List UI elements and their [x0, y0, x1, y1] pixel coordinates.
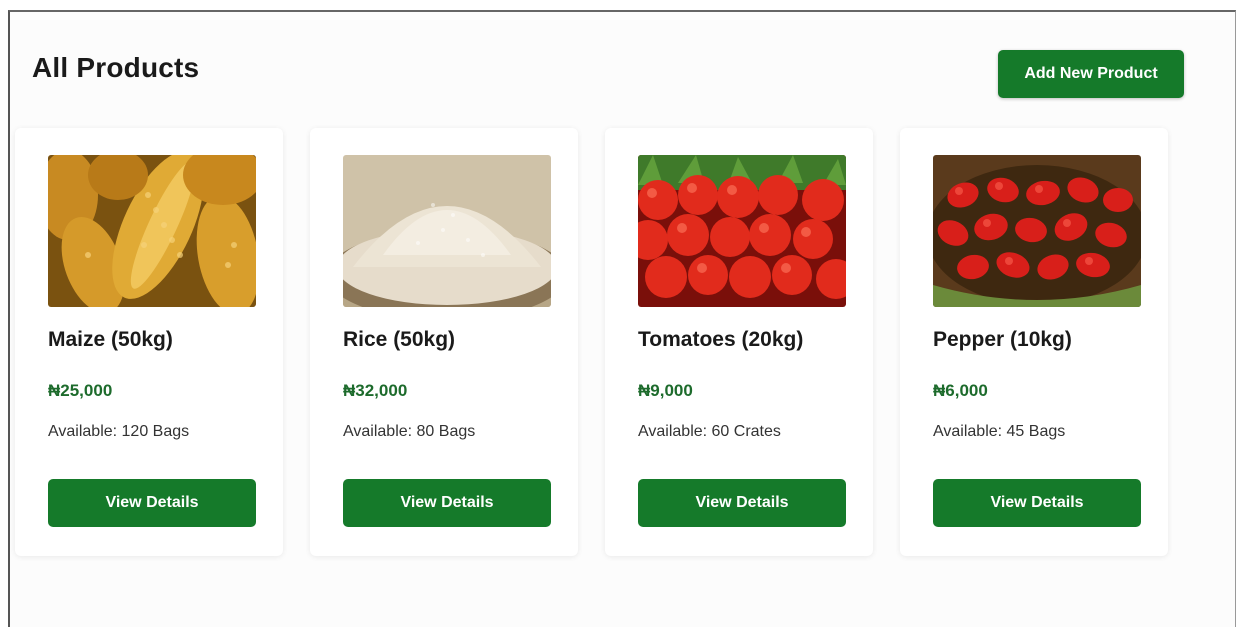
maize-image: [48, 155, 256, 307]
product-card-tomatoes: Tomatoes (20kg) ₦9,000 Available: 60 Cra…: [605, 128, 873, 556]
product-price: ₦9,000: [638, 381, 693, 400]
view-details-button[interactable]: View Details: [933, 479, 1141, 527]
view-details-button[interactable]: View Details: [638, 479, 846, 527]
view-details-button[interactable]: View Details: [48, 479, 256, 527]
product-name: Maize (50kg): [48, 328, 173, 351]
product-price: ₦32,000: [343, 381, 408, 400]
product-card-rice: Rice (50kg) ₦32,000 Available: 80 Bags V…: [310, 128, 578, 556]
product-name: Tomatoes (20kg): [638, 328, 804, 351]
product-price: ₦25,000: [48, 381, 113, 400]
product-availability: Available: 80 Bags: [343, 423, 476, 440]
add-new-product-button[interactable]: Add New Product: [998, 50, 1184, 98]
product-card-pepper: Pepper (10kg) ₦6,000 Available: 45 Bags …: [900, 128, 1168, 556]
product-name: Rice (50kg): [343, 328, 456, 351]
page-title: All Products: [32, 52, 200, 83]
product-price: ₦6,000: [933, 381, 988, 400]
product-card-maize: Maize (50kg) ₦25,000 Available: 120 Bags…: [15, 128, 283, 556]
product-name: Pepper (10kg): [933, 328, 1072, 351]
tomatoes-image: [638, 155, 846, 307]
rice-image: [343, 155, 551, 307]
product-availability: Available: 45 Bags: [933, 423, 1066, 440]
product-availability: Available: 120 Bags: [48, 423, 190, 440]
pepper-image: [933, 155, 1141, 307]
product-availability: Available: 60 Crates: [638, 423, 781, 440]
view-details-button[interactable]: View Details: [343, 479, 551, 527]
